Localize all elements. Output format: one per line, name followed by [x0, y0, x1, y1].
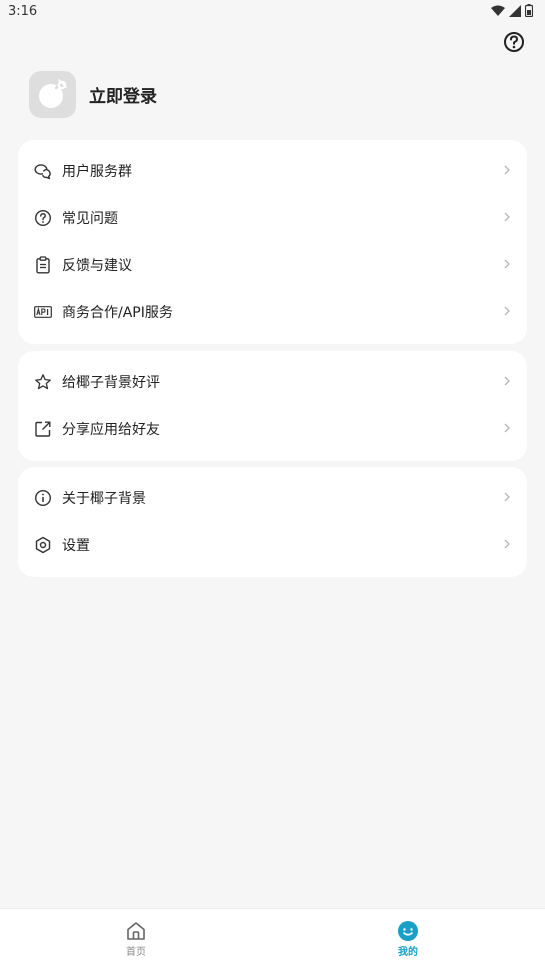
chevron-right-icon [504, 492, 510, 502]
chat-bubbles-icon [34, 162, 52, 180]
menu-item-label: 常见问题 [62, 210, 118, 227]
bottom-nav: 首页 我的 [0, 908, 545, 970]
status-icons [491, 4, 533, 17]
home-icon [127, 922, 145, 940]
menu-card-about: 关于椰子背景 设置 [18, 467, 527, 577]
question-circle-icon [34, 209, 52, 227]
menu-card-share: 给椰子背景好评 分享应用给好友 [18, 351, 527, 461]
menu-item-label: 给椰子背景好评 [62, 374, 160, 391]
menu-item-user-service-group[interactable]: 用户服务群 [18, 147, 527, 194]
app-logo-icon [38, 79, 67, 108]
nav-tab-home[interactable]: 首页 [76, 909, 196, 970]
menu-card-support: 用户服务群 常见问题 反馈与建议 商务合作/API服务 [18, 140, 527, 344]
chevron-right-icon [504, 306, 510, 316]
profile-login[interactable]: 立即登录 [29, 70, 157, 118]
gear-icon [34, 536, 52, 554]
nav-tab-mine[interactable]: 我的 [348, 909, 468, 970]
share-icon [34, 420, 52, 438]
star-icon [34, 373, 52, 391]
info-icon [34, 489, 52, 507]
menu-item-label: 关于椰子背景 [62, 490, 146, 507]
status-bar: 3:16 [0, 0, 545, 24]
menu-item-about[interactable]: 关于椰子背景 [18, 474, 527, 521]
nav-label-home: 首页 [126, 947, 146, 958]
menu-item-rate-app[interactable]: 给椰子背景好评 [18, 358, 527, 405]
menu-item-label: 商务合作/API服务 [62, 304, 173, 321]
help-question-icon[interactable] [503, 31, 525, 53]
chevron-right-icon [504, 539, 510, 549]
menu-item-feedback[interactable]: 反馈与建议 [18, 241, 527, 288]
menu-item-share-app[interactable]: 分享应用给好友 [18, 405, 527, 452]
signal-icon [509, 4, 521, 17]
chevron-right-icon [504, 423, 510, 433]
battery-icon [525, 4, 533, 17]
wifi-icon [491, 5, 505, 16]
chevron-right-icon [504, 259, 510, 269]
chevron-right-icon [504, 165, 510, 175]
clipboard-icon [34, 255, 52, 274]
menu-item-settings[interactable]: 设置 [18, 521, 527, 568]
menu-item-label: 用户服务群 [62, 163, 132, 180]
menu-item-label: 分享应用给好友 [62, 421, 160, 438]
status-time: 3:16 [8, 4, 38, 19]
api-icon [34, 303, 52, 321]
chevron-right-icon [504, 376, 510, 386]
menu-item-faq[interactable]: 常见问题 [18, 194, 527, 241]
menu-item-api-business[interactable]: 商务合作/API服务 [18, 288, 527, 335]
nav-label-mine: 我的 [398, 947, 418, 958]
menu-item-label: 设置 [62, 537, 90, 554]
login-label[interactable]: 立即登录 [89, 82, 157, 107]
avatar [29, 70, 76, 118]
chevron-right-icon [504, 212, 510, 222]
smiley-face-icon [398, 921, 418, 941]
menu-item-label: 反馈与建议 [62, 257, 132, 274]
